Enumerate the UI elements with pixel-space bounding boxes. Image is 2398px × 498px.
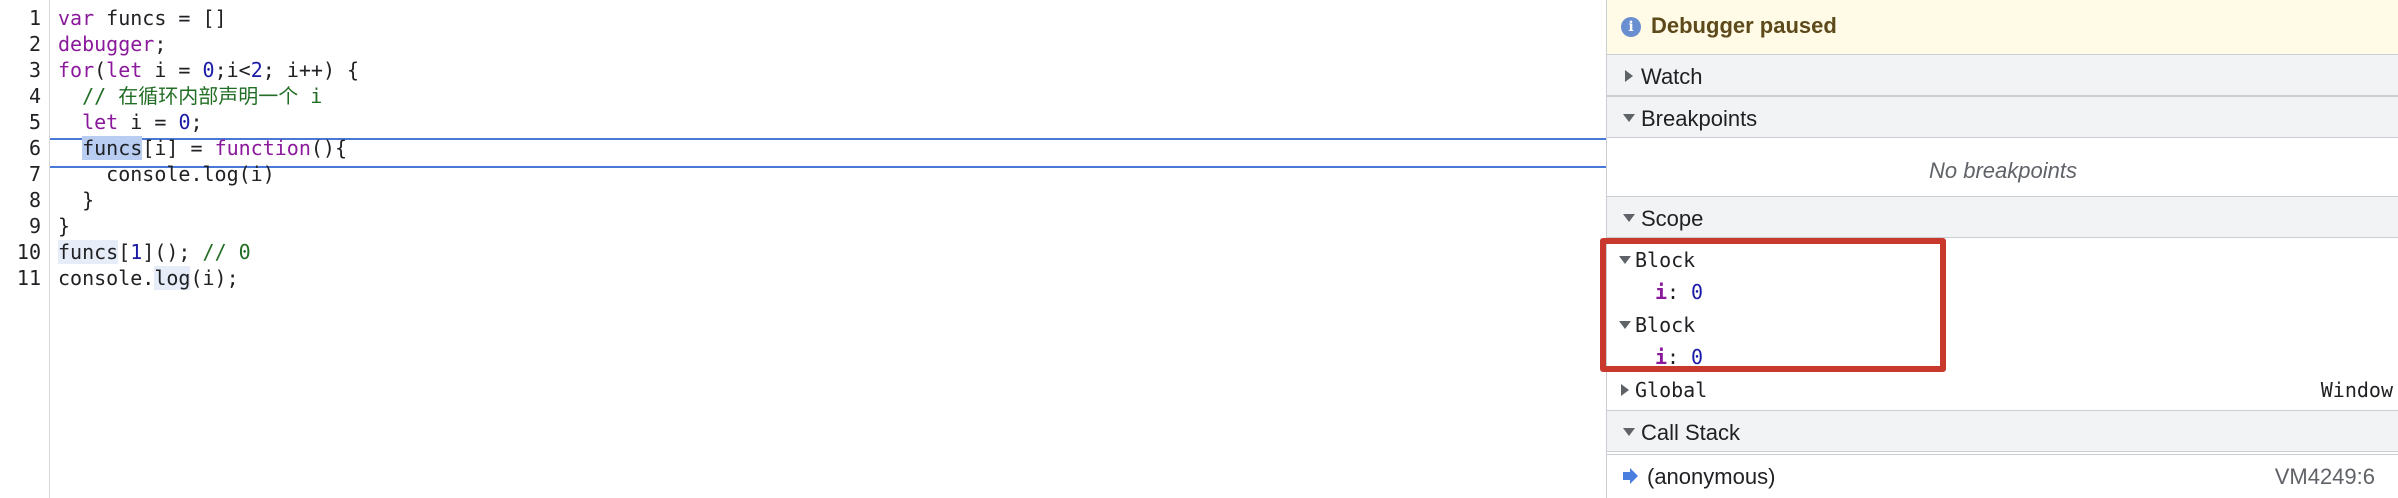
global-value: Window (2320, 378, 2393, 402)
callstack-label: Call Stack (1641, 420, 1741, 445)
expand-arrow-icon (1621, 384, 1629, 396)
expand-arrow-icon (1625, 70, 1633, 82)
code-line: } (58, 213, 70, 239)
line-number-gutter[interactable]: 1 2 3 4 5 6 7 8 9 10 11 (0, 0, 50, 498)
paused-status-text: Debugger paused (1651, 13, 1837, 38)
variable-name: i (1655, 280, 1668, 304)
code-token: for (58, 57, 95, 82)
line-number[interactable]: 2 (1, 31, 41, 57)
collapse-arrow-icon (1619, 321, 1631, 329)
code-token: let (82, 109, 119, 134)
variable-value: 0 (1691, 280, 1704, 304)
code-token: funcs = [] (94, 6, 227, 30)
line-number[interactable]: 6 (1, 135, 41, 161)
code-token: ; i++) { (262, 57, 360, 82)
callstack-section-header[interactable]: Call Stack (1607, 410, 2398, 452)
debugger-sidebar: i Debugger paused Watch Breakpoints No b… (1606, 0, 2398, 498)
code-line: let i = 0; (58, 109, 203, 135)
code-token: funcs (58, 239, 119, 264)
code-editor[interactable]: 1 2 3 4 5 6 7 8 9 10 11 var funcs = [] debugger; for… (0, 0, 1606, 498)
code-token: var (58, 6, 95, 30)
debugger-paused-banner: i Debugger paused (1607, 0, 2398, 55)
code-line: for(let i = 0;i<2; i++) { (58, 57, 359, 83)
code-token: i = (118, 109, 179, 134)
code-token: 0 (178, 109, 191, 134)
code-token: let (106, 57, 143, 82)
watch-section-header[interactable]: Watch (1607, 54, 2398, 96)
watch-label: Watch (1641, 64, 1703, 89)
code-token: (i); (190, 265, 239, 290)
line-number[interactable]: 1 (1, 5, 41, 31)
line-number[interactable]: 8 (1, 187, 41, 213)
code-token: console.log(i) (58, 161, 275, 186)
code-token: debugger (58, 31, 155, 56)
code-line: debugger; (58, 31, 166, 57)
code-token: } (58, 213, 71, 238)
variable-separator: : (1667, 280, 1680, 304)
code-token: 1 (130, 239, 143, 264)
variable-separator: : (1667, 345, 1680, 369)
breakpoints-label: Breakpoints (1641, 106, 1758, 131)
code-token: console. (58, 265, 155, 290)
code-token: // 0 (202, 239, 251, 264)
breakpoints-section-header[interactable]: Breakpoints (1607, 96, 2398, 138)
variable-value: 0 (1691, 345, 1704, 369)
frame-location-link[interactable]: VM4249:6 (2275, 464, 2375, 490)
code-token: [ (118, 239, 131, 264)
code-token: i = (142, 57, 203, 82)
code-token: ; (190, 109, 203, 134)
code-line: console.log(i); (58, 265, 239, 291)
variable-name: i (1655, 345, 1668, 369)
scope-label: Scope (1641, 206, 1704, 231)
scope-block-label: Block (1635, 313, 1696, 337)
line-number[interactable]: 3 (1, 57, 41, 83)
code-token: 0 (202, 57, 215, 82)
frame-name: (anonymous) (1647, 464, 1776, 489)
collapse-arrow-icon (1619, 256, 1631, 264)
line-number[interactable]: 4 (1, 83, 41, 109)
code-token: } (58, 187, 95, 212)
code-token: 2 (250, 57, 263, 82)
collapse-arrow-icon (1623, 428, 1635, 436)
code-line: funcs[1](); // 0 (58, 239, 251, 265)
collapse-arrow-icon (1623, 214, 1635, 222)
code-token: ; (154, 31, 167, 56)
code-token: ;i< (214, 57, 251, 82)
code-token: log (154, 265, 191, 290)
code-line: var funcs = [] (58, 5, 227, 31)
code-line: // 在循环内部声明一个 i (58, 83, 322, 109)
line-number[interactable]: 10 (1, 239, 41, 265)
line-number[interactable]: 11 (1, 265, 41, 291)
code-line: console.log(i) (58, 161, 275, 187)
code-token: ](); (142, 239, 203, 264)
code-token: ( (94, 57, 107, 82)
collapse-arrow-icon (1623, 114, 1635, 122)
global-label: Global (1635, 378, 1708, 402)
line-number[interactable]: 7 (1, 161, 41, 187)
code-line: funcs[i] = function(){ (58, 135, 347, 161)
current-frame-arrow-icon (1623, 468, 1638, 484)
info-icon: i (1621, 17, 1641, 37)
scope-section-header[interactable]: Scope (1607, 196, 2398, 238)
no-breakpoints-message: No breakpoints (1929, 158, 2077, 183)
scope-block-label: Block (1635, 248, 1696, 272)
code-line: } (58, 187, 94, 213)
code-token: function (214, 135, 311, 160)
line-number[interactable]: 5 (1, 109, 41, 135)
line-number[interactable]: 9 (1, 213, 41, 239)
code-token: // 在循环内部声明一个 i (58, 83, 323, 108)
callstack-frame[interactable]: (anonymous) VM4249:6 (1607, 454, 2398, 497)
code-token: [i] = (142, 135, 215, 160)
code-token: (){ (310, 135, 348, 160)
code-token: funcs (82, 135, 143, 160)
